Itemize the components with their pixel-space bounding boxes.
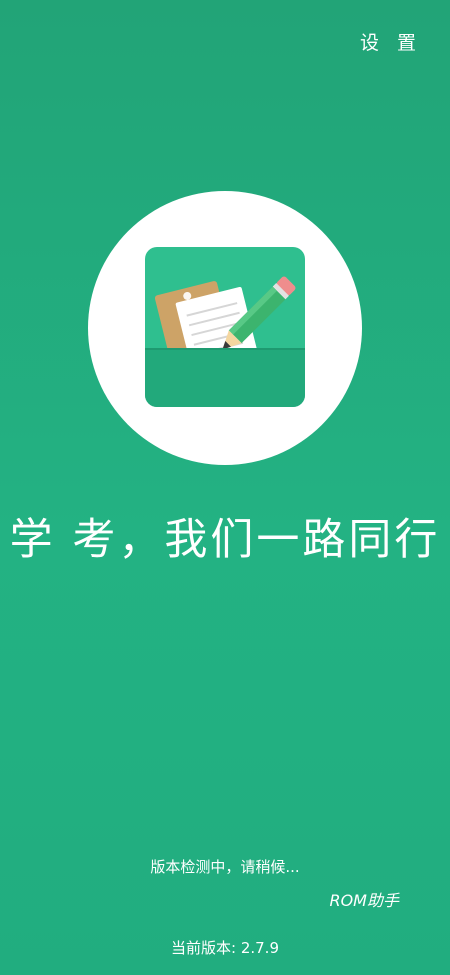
brand-label: ROM助手 (329, 891, 399, 910)
version-check-status: 版本检测中，请稍候... (150, 858, 300, 876)
settings-button[interactable]: 设 置 (360, 30, 422, 56)
logo-circle (88, 191, 362, 465)
splash-screen: 设 置 学 考，我们一路同行 版本检测中，请稍候... ROM助手 当前版本: … (0, 0, 450, 975)
slogan-text: 学 考，我们一路同行 (9, 515, 441, 565)
notebook-pencil-icon (145, 247, 305, 407)
current-version: 当前版本: 2.7.9 (171, 939, 279, 957)
